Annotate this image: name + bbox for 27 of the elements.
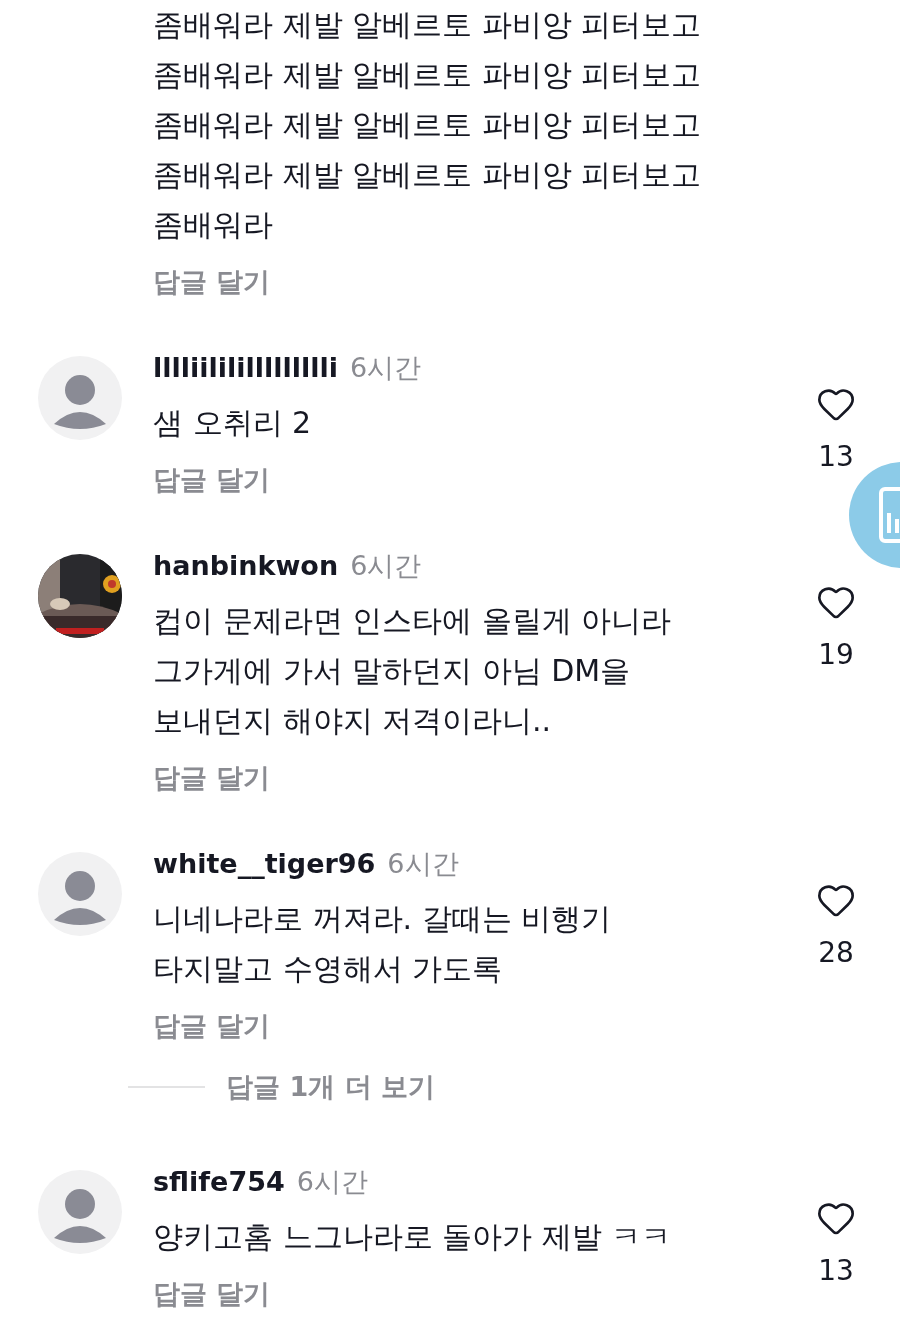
username[interactable]: lllliililillllllllli (153, 347, 339, 389)
like-count: 28 (818, 935, 854, 971)
avatar-icon[interactable] (38, 852, 122, 936)
comment-time: 6시간 (350, 350, 422, 385)
comment-text: 샘 오취리 2 (153, 404, 312, 442)
reply-link[interactable]: 답글 달기 (153, 460, 271, 496)
comment-text: 컵이 문제라면 인스타에 올릴게 아니라 그가게에 가서 말하던지 아님 DM을 보내던지 해야지 저격이라니.. (153, 602, 672, 740)
username[interactable]: sflife754 (153, 1161, 285, 1203)
like-count: 13 (818, 439, 854, 475)
reply-link[interactable]: 답글 달기 (153, 1006, 271, 1042)
reply-link[interactable]: 답글 달기 (153, 1274, 271, 1310)
like-count: 13 (818, 1253, 854, 1289)
comment-text: 니네나라로 꺼져라. 갈때는 비행기 타지말고 수영해서 가도록 (153, 900, 612, 988)
username[interactable]: white__tiger96 (153, 843, 376, 885)
like-count: 19 (818, 637, 854, 673)
view-more-replies[interactable]: 답글 1개 더 보기 (226, 1066, 435, 1108)
avatar-icon[interactable] (38, 356, 122, 440)
comment-time: 6시간 (350, 548, 422, 583)
reply-link[interactable]: 답글 달기 (153, 758, 271, 794)
reply-link[interactable]: 답글 달기 (153, 262, 271, 298)
avatar-icon[interactable] (38, 1170, 122, 1254)
chart-icon (879, 487, 900, 543)
username[interactable]: hanbinkwon (153, 545, 339, 587)
comment-text: 양키고홈 느그나라로 돌아가 제발 ㅋㅋ (153, 1218, 672, 1256)
comment-text: 좀배워라 제발 알베르토 파비앙 피터보고 좀배워라 제발 알베르토 파비앙 피터보고 좀배워라 제발 알베르토 파비앙 피터보고 좀배워라 제발 알베르토 파비앙 피터보고 좀배워라 (153, 6, 702, 244)
comment-time: 6시간 (387, 846, 459, 881)
comment-time: 6시간 (296, 1164, 368, 1199)
